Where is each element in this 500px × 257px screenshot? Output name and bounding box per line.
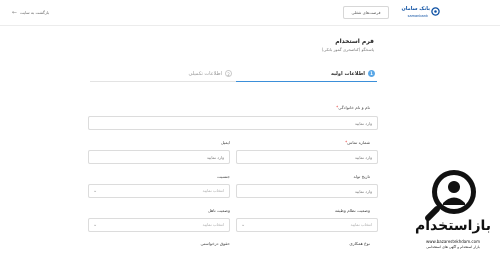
bazarestekhdam-watermark: بازاستخدام www.bazarestekhdam.com بازار … <box>404 156 500 257</box>
brand-name-en: samanbank <box>407 14 428 18</box>
military-status-select[interactable]: انتخاب نمایید ⌄ <box>236 218 378 232</box>
gender-placeholder: انتخاب نمایید <box>202 188 224 193</box>
watermark-site: www.bazarestekhdam.com <box>426 239 480 244</box>
top-bar: بازگشت به سایت ← فرصت‌های شغلی بانک ساما… <box>0 0 500 26</box>
military-placeholder: انتخاب نمایید <box>350 222 372 227</box>
tab-label: اطلاعات تکمیلی <box>188 70 222 77</box>
requested-salary-label: حقوق درخواستی <box>200 241 230 246</box>
phone-label: شماره تماس* <box>345 140 370 145</box>
tab-basic-info[interactable]: 1 اطلاعات اولیه <box>331 70 375 77</box>
job-opportunities-button[interactable]: فرصت‌های شغلی <box>343 6 389 19</box>
step-number: 2 <box>225 70 232 77</box>
form-title: فرم استخدام <box>335 38 374 45</box>
phone-input[interactable] <box>236 150 378 164</box>
email-input[interactable] <box>88 150 230 164</box>
gender-label: جنسیت <box>217 174 230 179</box>
tab-indicator-track <box>90 81 236 82</box>
form-subtitle: پاسخگو (کتاصحری گمور بانکی) <box>321 47 374 52</box>
back-to-site-link[interactable]: بازگشت به سایت ← <box>12 9 49 16</box>
marital-status-label: وضعیت تاهل <box>207 208 230 213</box>
tab-additional-info[interactable]: 2 اطلاعات تکمیلی <box>188 70 232 77</box>
birth-date-input[interactable] <box>236 184 378 198</box>
watermark-brand: بازاستخدام <box>414 218 492 234</box>
brand-name: بانک سامان <box>401 6 430 12</box>
cooperation-type-label: نوع همکاری <box>349 241 370 246</box>
tab-indicator-active <box>236 81 377 82</box>
logo-mark-icon <box>431 7 440 16</box>
chevron-down-icon: ⌄ <box>93 188 98 194</box>
watermark-tagline: بازار استخدام و آگهی های استخدامی <box>426 245 480 249</box>
birth-date-label: تاریخ تولد <box>353 174 370 179</box>
email-label: ایمیل <box>220 140 230 145</box>
step-number: 1 <box>368 70 375 77</box>
gender-select[interactable]: انتخاب نمایید ⌄ <box>88 184 230 198</box>
back-link-label: بازگشت به سایت <box>20 10 50 15</box>
marital-status-select[interactable]: انتخاب نمایید ⌄ <box>88 218 230 232</box>
chevron-down-icon: ⌄ <box>93 222 98 228</box>
bank-logo[interactable]: بانک سامان samanbank <box>392 4 442 22</box>
arrow-left-icon: ← <box>12 9 18 16</box>
chevron-down-icon: ⌄ <box>241 222 246 228</box>
military-status-label: وضعیت نظام وظیفه <box>334 208 370 213</box>
full-name-input[interactable] <box>88 116 378 130</box>
marital-placeholder: انتخاب نمایید <box>202 222 224 227</box>
tab-label: اطلاعات اولیه <box>330 70 365 77</box>
full-name-label: نام و نام خانوادگی* <box>336 105 370 110</box>
